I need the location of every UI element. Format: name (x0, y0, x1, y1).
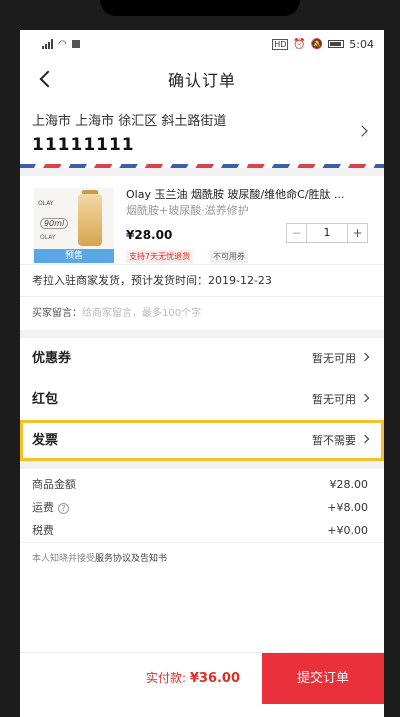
goods-amount-label: 商品金额 (32, 478, 76, 491)
increase-button[interactable]: + (347, 224, 367, 242)
shipping-fee-label: 运费 (32, 501, 54, 514)
total-payment: 实付款: ¥36.00 (146, 669, 240, 686)
shipping-fee-row: 运费? +¥8.00 (20, 496, 384, 519)
pay-amount: ¥36.00 (189, 671, 241, 686)
tax-label: 税费 (32, 524, 54, 537)
address-region: 上海市 上海市 徐汇区 斜土路街道 (32, 114, 227, 129)
back-arrow-icon[interactable] (36, 68, 58, 90)
section-gap (20, 461, 384, 469)
chevron-right-icon (360, 393, 370, 403)
chevron-right-icon (360, 434, 370, 444)
coupon-row[interactable]: 优惠券 暂无可用 (20, 338, 384, 379)
invoice-row[interactable]: 发票 暂不需要 (20, 420, 384, 461)
presale-tag: 预售 (34, 249, 114, 263)
hd-icon: HD (272, 38, 289, 50)
alarm-icon: ⏰ (293, 38, 306, 50)
status-time: 5:04 (349, 37, 374, 51)
product-price: ¥28.00 (126, 228, 173, 242)
agreement-text: 本人知晓并接受服务协议及告知书 (20, 542, 384, 572)
message-label: 买家留言： (32, 308, 82, 319)
phone-notch (100, 0, 300, 16)
address-section[interactable]: 上海市 上海市 徐汇区 斜土路街道 11111111 (20, 100, 384, 164)
address-phone: 11111111 (32, 135, 135, 155)
goods-amount-row: 商品金额 ¥28.00 (20, 473, 384, 496)
agreement-prefix: 本人知晓并接受 (32, 554, 96, 564)
status-left: ◠ (42, 39, 80, 50)
product-name: Olay 玉兰油 烟酰胺 玻尿酸/维他命C/胜肽 ... (126, 188, 345, 201)
help-icon[interactable]: ? (58, 502, 69, 514)
thumb-brand-text-small: OLAY (40, 234, 56, 241)
message-input[interactable]: 给商家留言，最多100个字 (82, 308, 201, 319)
thumb-brand-text: OLAY (38, 200, 54, 207)
battery-icon (328, 40, 345, 48)
bottle-shape (78, 194, 102, 246)
shipping-info: 考拉入驻商家发货，预计发货时间：2019-12-23 (20, 264, 384, 296)
home-indicator-area (20, 704, 384, 717)
section-gap (20, 168, 384, 176)
tax-value: +¥0.00 (327, 524, 368, 537)
signal-icon (42, 39, 53, 49)
red-packet-label: 红包 (32, 392, 59, 407)
wifi-icon: ◠ (58, 38, 67, 50)
quantity-value[interactable]: 1 (307, 224, 347, 242)
submit-order-button[interactable]: 提交订单 (262, 653, 384, 705)
coupon-label: 优惠券 (32, 351, 72, 366)
chevron-right-icon (360, 352, 370, 362)
bottom-bar: 实付款: ¥36.00 提交订单 (20, 652, 384, 705)
screen: ◠ HD ⏰ 🔕 5:04 确认订单 上海市 上海市 徐汇区 斜土路街道 111… (20, 30, 384, 717)
product-thumbnail[interactable]: OLAY 90ml OLAY 预售 (34, 188, 114, 263)
product-spec: 烟酰胺+玻尿酸·滋养修护 (126, 204, 249, 217)
price-summary: 商品金额 ¥28.00 运费? +¥8.00 税费 +¥0.00 (20, 469, 384, 542)
red-packet-value: 暂无可用 (312, 393, 356, 406)
shipping-fee-value: +¥8.00 (327, 501, 368, 514)
invoice-value: 暂不需要 (312, 434, 356, 447)
thumb-volume-text: 90ml (40, 218, 69, 229)
goods-amount-value: ¥28.00 (329, 478, 369, 491)
red-packet-row[interactable]: 红包 暂无可用 (20, 379, 384, 420)
coupon-value: 暂无可用 (312, 352, 356, 365)
mute-icon: 🔕 (310, 38, 324, 50)
decrease-button[interactable]: − (287, 224, 307, 242)
invoice-label: 发票 (32, 433, 59, 448)
quantity-stepper: − 1 + (286, 223, 368, 243)
tax-row: 税费 +¥0.00 (20, 519, 384, 542)
notification-icon (71, 40, 80, 48)
status-bar: ◠ HD ⏰ 🔕 5:04 (20, 30, 384, 58)
nav-bar: 确认订单 (20, 58, 384, 100)
phone-frame: ◠ HD ⏰ 🔕 5:04 确认订单 上海市 上海市 徐汇区 斜土路街道 111… (0, 0, 400, 717)
buyer-message-row: 买家留言：给商家留言，最多100个字 (20, 296, 384, 330)
agreement-link[interactable]: 服务协议及告知书 (95, 554, 167, 564)
page-title: 确认订单 (167, 71, 236, 90)
coupon-unavailable-badge: 不可用券 (210, 250, 248, 263)
pay-label: 实付款: (146, 671, 190, 685)
return-policy-badge: 支持7天无忧退货 (126, 250, 194, 263)
section-gap (20, 330, 384, 338)
status-right: HD ⏰ 🔕 5:04 (272, 38, 374, 51)
product-item: OLAY 90ml OLAY 预售 Olay 玉兰油 烟酰胺 玻尿酸/维他命C/… (20, 176, 384, 264)
